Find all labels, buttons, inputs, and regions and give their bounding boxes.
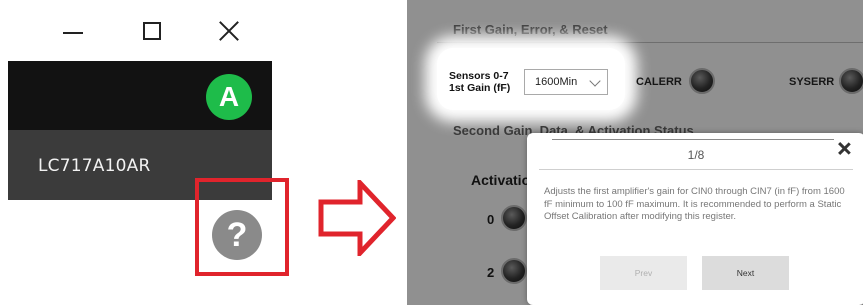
right-arrow-icon <box>318 180 396 256</box>
gain-select-value: 1600Min <box>535 76 578 88</box>
question-circle-icon[interactable]: ? <box>212 210 262 260</box>
section-title-first-gain: First Gain, Error, & Reset <box>453 22 608 37</box>
syserr-label: SYSERR <box>789 76 835 88</box>
popup-page-indicator: 1/8 <box>687 148 705 162</box>
next-button-label: Next <box>736 268 755 278</box>
popup-divider <box>539 169 853 170</box>
syserr-led-indicator <box>839 68 863 94</box>
help-tooltip-popup: 1/8 Adjusts the first amplifier's gain f… <box>527 133 863 305</box>
gain-select[interactable]: 1600Min <box>524 69 608 95</box>
gain-label: Sensors 0-7 1st Gain (fF) <box>449 70 510 94</box>
gain-label-line1: Sensors 0-7 <box>449 70 509 82</box>
minimize-icon[interactable] <box>63 32 83 34</box>
device-name[interactable]: LC717A10AR <box>38 156 151 176</box>
section-divider <box>437 42 863 43</box>
close-icon[interactable] <box>836 141 852 157</box>
popup-description: Adjusts the first amplifier's gain for C… <box>544 186 845 222</box>
avatar[interactable]: A <box>206 74 252 120</box>
sensor-row-label-0: 0 <box>487 212 495 227</box>
sensor-row-label-2: 2 <box>487 265 495 280</box>
calerr-led-indicator <box>689 68 715 94</box>
prev-button-label: Prev <box>634 268 653 278</box>
help-symbol: ? <box>226 216 248 254</box>
close-window-icon[interactable] <box>218 20 240 42</box>
popup-top-divider <box>552 139 834 140</box>
configuration-panel: First Gain, Error, & Reset Sensors 0-7 1… <box>407 0 863 305</box>
chevron-down-icon <box>589 75 601 87</box>
calerr-label: CALERR <box>636 76 682 88</box>
app-header: A <box>8 61 272 130</box>
next-button[interactable]: Next <box>702 256 789 290</box>
activation-label: Activatio <box>471 172 531 188</box>
maximize-icon[interactable] <box>143 22 161 40</box>
window-controls <box>55 18 255 48</box>
activation-led-2 <box>501 258 527 284</box>
prev-button[interactable]: Prev <box>600 256 687 290</box>
activation-led-0 <box>501 205 527 231</box>
gain-label-line2: 1st Gain (fF) <box>449 82 511 94</box>
